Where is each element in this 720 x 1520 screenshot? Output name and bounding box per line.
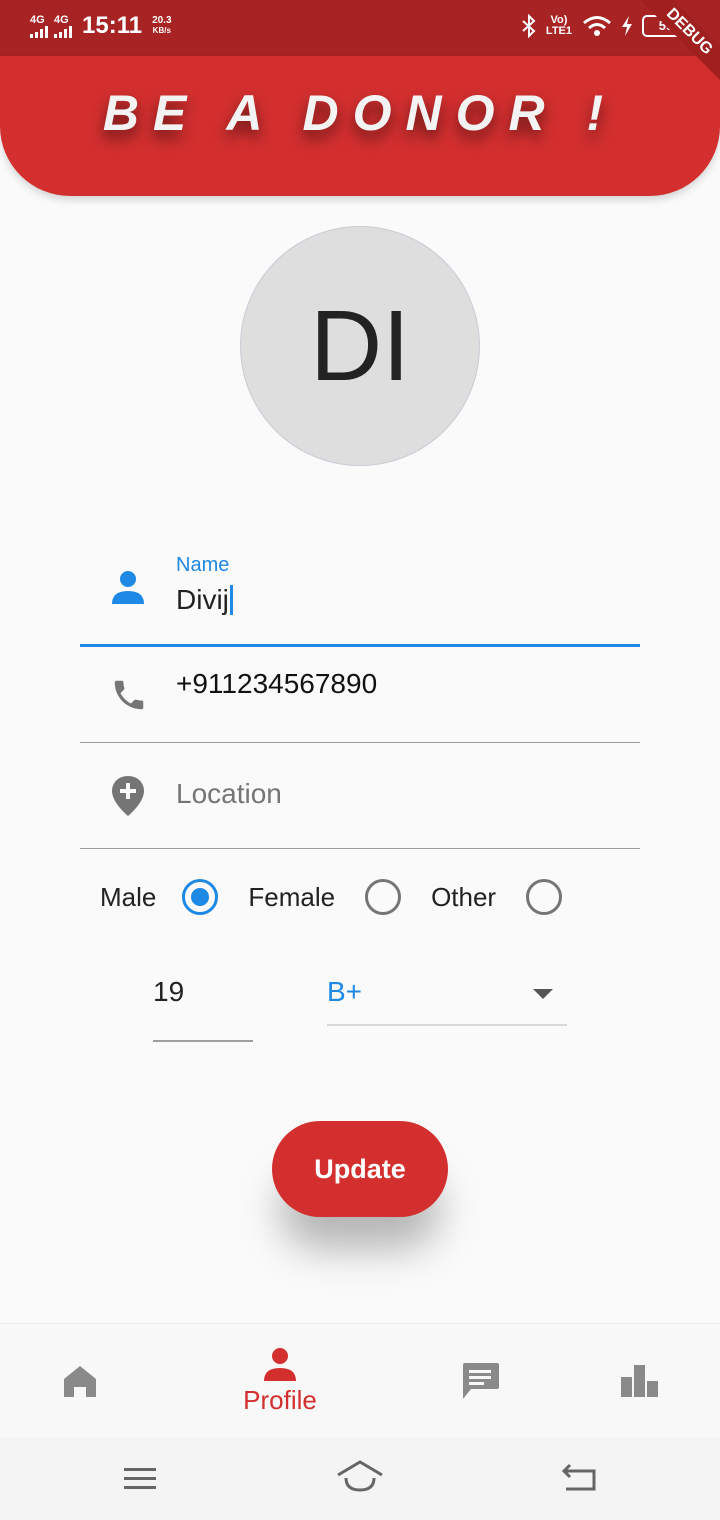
back-icon[interactable]	[560, 1461, 598, 1493]
gender-radio-group: Male Female Other	[100, 876, 563, 918]
text-cursor	[229, 585, 233, 615]
app-header: BE A DONOR !	[0, 56, 720, 196]
signal-bars-1-icon	[30, 25, 48, 38]
nav-home[interactable]	[40, 1324, 120, 1438]
bottom-nav: Profile	[0, 1323, 720, 1437]
network-type-2: 4G	[54, 13, 69, 26]
phone-input[interactable]: +911234567890	[176, 668, 377, 700]
blood-group-underline	[327, 1024, 567, 1026]
gender-other-radio[interactable]	[526, 879, 563, 915]
status-bar: 4G 4G 15:11 20.3 KB/s Vo) LTE1 59	[0, 0, 720, 56]
profile-icon	[264, 1347, 296, 1381]
update-button[interactable]: Update	[272, 1121, 448, 1217]
avatar[interactable]: DI	[240, 226, 480, 466]
network-speed-unit: KB/s	[152, 26, 171, 35]
gender-male-radio[interactable]	[182, 879, 219, 915]
blood-group-dropdown[interactable]: B+	[327, 976, 362, 1008]
phone-underline	[80, 742, 640, 743]
location-input[interactable]	[176, 778, 616, 810]
person-icon	[112, 571, 144, 604]
volte-bottom: LTE1	[545, 25, 572, 37]
wifi-icon	[583, 16, 611, 36]
nav-stats[interactable]	[600, 1324, 680, 1438]
nav-profile[interactable]: Profile	[200, 1324, 360, 1438]
network-speed: 20.3 KB/s	[152, 16, 171, 36]
clock: 15:11	[82, 12, 143, 39]
location-underline	[80, 848, 640, 849]
dropdown-arrow-icon[interactable]	[533, 989, 553, 999]
gender-female-radio[interactable]	[365, 879, 402, 915]
signal-1-indicator: 4G	[30, 13, 48, 38]
status-left: 4G 4G 15:11 20.3 KB/s	[30, 12, 172, 40]
home-nav-icon[interactable]	[335, 1459, 385, 1493]
menu-icon[interactable]	[122, 1465, 158, 1493]
age-underline	[153, 1040, 253, 1042]
age-input[interactable]: 19	[153, 976, 184, 1008]
network-speed-value: 20.3	[152, 15, 172, 26]
network-type-1: 4G	[30, 13, 45, 26]
home-icon	[64, 1366, 96, 1397]
nav-chat[interactable]	[440, 1324, 520, 1438]
signal-2-indicator: 4G	[54, 13, 72, 38]
name-label: Name	[176, 554, 230, 576]
charging-icon	[622, 16, 632, 36]
volte-indicator: Vo) LTE1	[546, 15, 572, 37]
add-location-icon	[112, 776, 144, 816]
chat-icon	[463, 1363, 499, 1399]
stats-icon	[621, 1365, 658, 1397]
system-nav-bar	[0, 1437, 720, 1520]
name-input[interactable]: Divij	[176, 584, 233, 616]
gender-other-label: Other	[431, 881, 497, 912]
name-underline	[80, 644, 640, 647]
app-title: BE A DONOR !	[102, 85, 618, 141]
gender-male-label: Male	[100, 881, 157, 912]
name-value: Divij	[176, 584, 229, 615]
phone-icon	[114, 680, 144, 710]
bluetooth-icon	[522, 14, 536, 38]
signal-bars-2-icon	[54, 25, 72, 38]
nav-profile-label: Profile	[243, 1384, 317, 1415]
gender-female-label: Female	[248, 881, 336, 912]
